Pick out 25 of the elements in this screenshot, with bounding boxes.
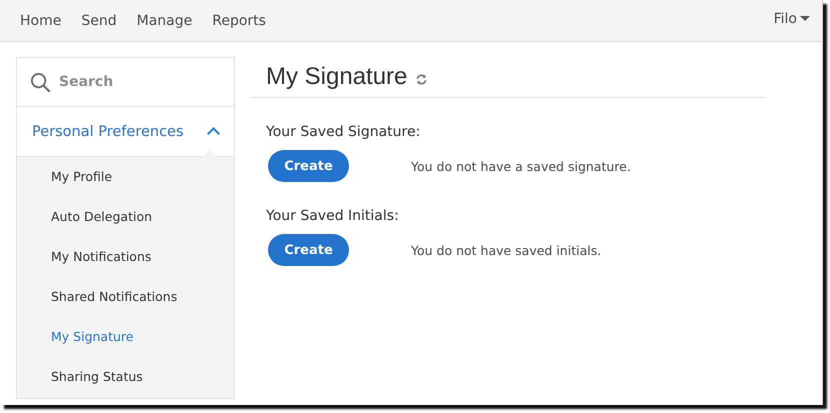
section-heading: Your Saved Signature: [266,124,422,140]
user-menu[interactable]: Filo [774,10,810,26]
search-icon [30,72,51,92]
section-heading: Your Saved Initials: [266,208,400,224]
create-button[interactable]: Create [268,234,349,266]
sidebar-item[interactable]: Auto Delegation [17,197,234,237]
sidebar-item[interactable]: Sharing Status [17,357,234,397]
pointer-notch [202,149,218,157]
section-header[interactable]: Personal Preferences [17,107,234,157]
sidebar-item[interactable]: My Profile [17,157,234,197]
sidebar-item[interactable]: My Notifications [17,237,234,277]
nav-link[interactable]: Home [20,12,62,28]
sidebar-item[interactable]: Shared Notifications [17,277,234,317]
nav-link[interactable]: Reports [212,12,266,28]
caret-icon [800,16,810,21]
search-input[interactable]: Search [57,73,211,91]
search-field[interactable]: Search [17,58,234,107]
status-message: You do not have a saved signature. [411,158,631,174]
create-button[interactable]: Create [268,150,349,182]
nav-link[interactable]: Manage [136,12,192,28]
status-message: You do not have saved initials. [411,242,602,258]
nav-link[interactable]: Send [81,12,117,28]
page-title: My Signature [266,63,408,91]
sidebar-item[interactable]: My Signature [17,317,234,357]
refresh-icon[interactable] [415,72,428,86]
